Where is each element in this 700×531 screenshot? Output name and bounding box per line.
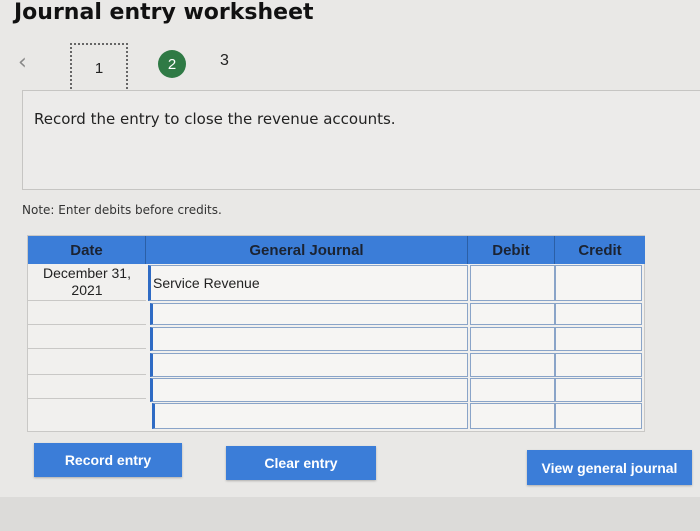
prompt-box: [22, 90, 700, 190]
debit-input[interactable]: [470, 353, 555, 377]
debit-input[interactable]: [470, 303, 555, 325]
column-header-debit: Debit: [468, 236, 555, 264]
debit-input[interactable]: [470, 265, 555, 301]
date-cell: [28, 375, 146, 399]
account-input[interactable]: Service Revenue: [148, 265, 468, 301]
debit-input[interactable]: [470, 403, 555, 429]
credit-input[interactable]: [555, 265, 642, 301]
view-general-journal-button[interactable]: View general journal: [527, 450, 692, 485]
column-header-credit: Credit: [555, 236, 645, 264]
debit-input[interactable]: [470, 378, 555, 402]
footer-bar: [0, 497, 700, 531]
prompt-text: Record the entry to close the revenue ac…: [34, 110, 396, 128]
step-1-button[interactable]: 1: [70, 43, 128, 93]
date-cell: [28, 351, 146, 375]
chevron-left-icon[interactable]: ‹: [18, 52, 38, 74]
clear-entry-button[interactable]: Clear entry: [226, 446, 376, 480]
credit-input[interactable]: [555, 403, 642, 429]
column-header-date: Date: [28, 236, 146, 264]
credit-input[interactable]: [555, 327, 642, 351]
debit-input[interactable]: [470, 327, 555, 351]
credit-input[interactable]: [555, 303, 642, 325]
note-text: Note: Enter debits before credits.: [22, 203, 222, 217]
date-cell: [28, 325, 146, 349]
account-input[interactable]: [150, 303, 468, 325]
step-2-button[interactable]: 2: [158, 50, 186, 78]
column-header-general-journal: General Journal: [146, 236, 468, 264]
date-cell: December 31, 2021: [28, 265, 146, 301]
account-input[interactable]: [150, 353, 468, 377]
credit-input[interactable]: [555, 353, 642, 377]
credit-input[interactable]: [555, 378, 642, 402]
account-input[interactable]: [150, 378, 468, 402]
date-cell: [28, 400, 146, 430]
account-input[interactable]: [152, 403, 468, 429]
account-value: Service Revenue: [153, 275, 260, 291]
step-3-button[interactable]: 3: [220, 52, 240, 74]
date-cell: [28, 301, 146, 325]
account-input[interactable]: [150, 327, 468, 351]
page-title: Journal entry worksheet: [14, 0, 314, 25]
record-entry-button[interactable]: Record entry: [34, 443, 182, 477]
